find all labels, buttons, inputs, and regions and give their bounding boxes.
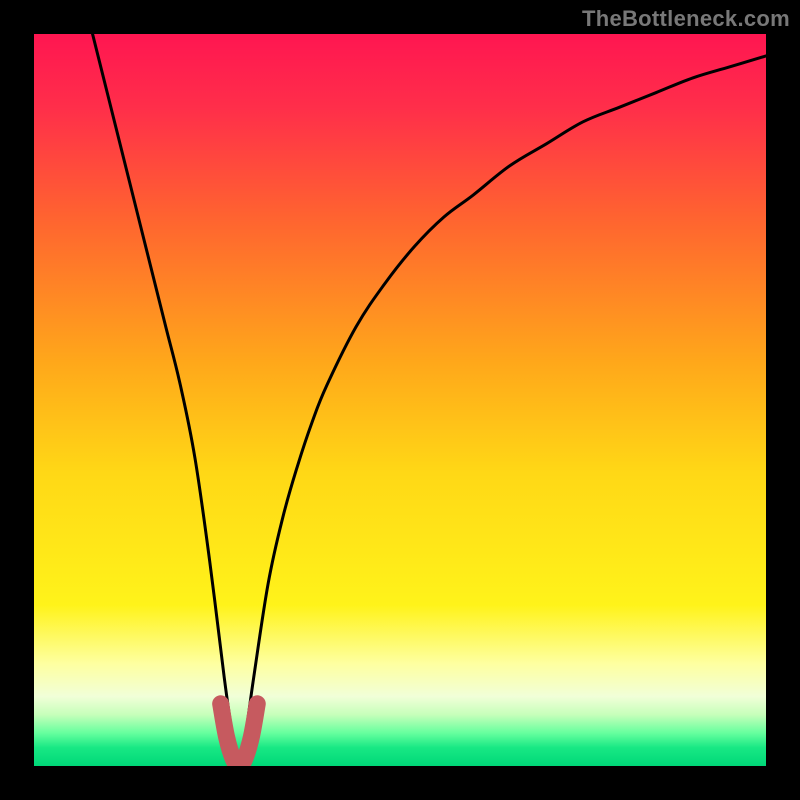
bottleneck-chart-svg bbox=[34, 34, 766, 766]
gradient-background bbox=[34, 34, 766, 766]
chart-frame: TheBottleneck.com bbox=[0, 0, 800, 800]
watermark-text: TheBottleneck.com bbox=[582, 6, 790, 32]
plot-area bbox=[34, 34, 766, 766]
